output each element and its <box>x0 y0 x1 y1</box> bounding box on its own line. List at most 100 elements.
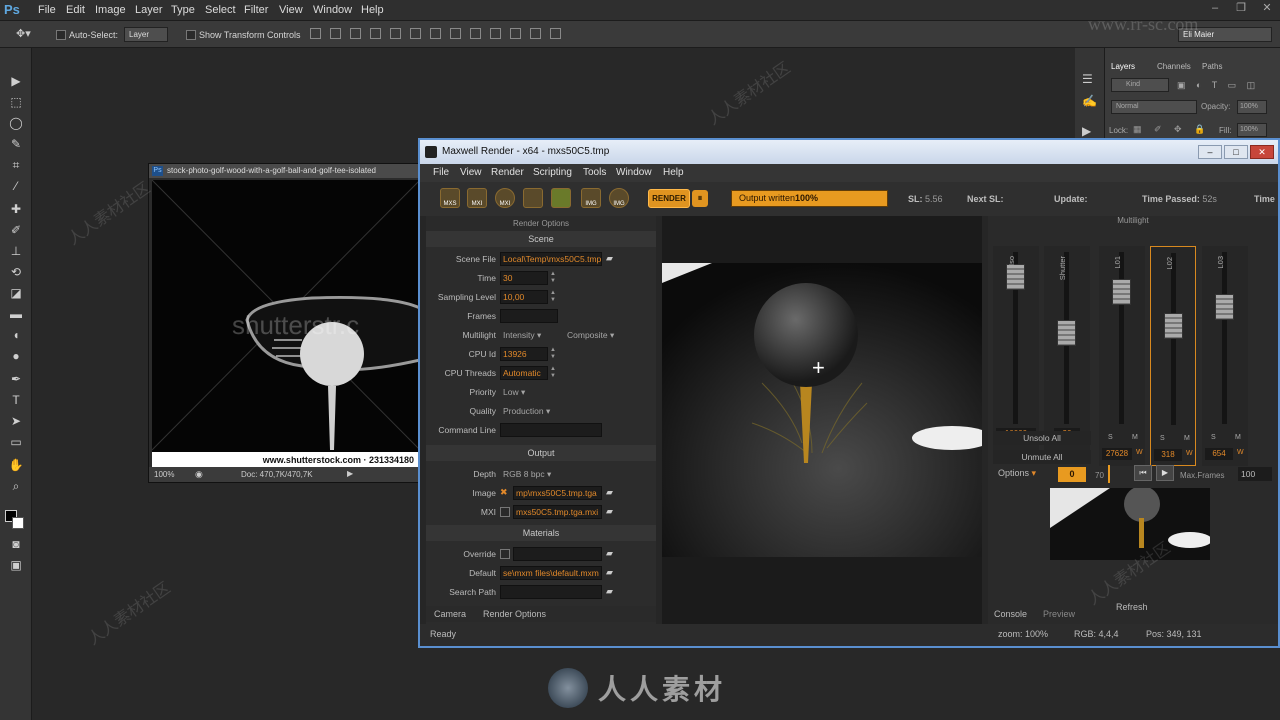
unmute-all-button[interactable]: Unmute All <box>993 450 1091 464</box>
tab-preview[interactable]: Preview <box>1043 609 1075 619</box>
default-material-folder-icon[interactable]: ▰ <box>606 567 618 577</box>
stop-render-icon[interactable]: ⏸ <box>692 190 708 207</box>
tab-console[interactable]: Console <box>994 609 1027 619</box>
zoom-level[interactable]: 100% <box>154 470 174 479</box>
l03-mute-button[interactable]: M <box>1235 434 1241 441</box>
auto-align-icon[interactable] <box>550 28 561 39</box>
adjustments-icon[interactable]: ☰ <box>1082 72 1093 86</box>
cpu-threads-field[interactable]: Automatic <box>500 366 548 380</box>
lasso-tool-icon[interactable]: ◯ <box>6 114 26 132</box>
iso-knob[interactable] <box>1006 264 1025 290</box>
background-color-swatch[interactable] <box>12 517 24 529</box>
scene-section[interactable]: Scene <box>426 231 656 247</box>
move-tool-icon[interactable]: ▶ <box>6 72 26 90</box>
minimize-icon[interactable]: – <box>1202 0 1228 16</box>
search-path-field[interactable] <box>500 585 602 599</box>
l02-solo-button[interactable]: S <box>1160 435 1165 442</box>
menu-type[interactable]: Type <box>171 4 195 16</box>
distribute-bottom-icon[interactable] <box>470 28 481 39</box>
brush-panel-icon[interactable]: ✍ <box>1082 94 1097 108</box>
save-image-icon[interactable]: IMG <box>609 188 629 208</box>
search-path-folder-icon[interactable]: ▰ <box>606 586 618 596</box>
mxi-enable-checkbox[interactable] <box>500 507 510 517</box>
close-icon[interactable]: ✕ <box>1250 145 1274 159</box>
hand-tool-icon[interactable]: ✋ <box>6 456 26 474</box>
render-image[interactable]: + <box>662 263 982 557</box>
unsolo-all-button[interactable]: Unsolo All <box>993 431 1091 445</box>
priority-select[interactable]: Low ▾ <box>500 385 558 399</box>
script-icon[interactable] <box>523 188 543 208</box>
open-mxi-icon[interactable]: MXI <box>467 188 487 208</box>
mx-menu-scripting[interactable]: Scripting <box>533 167 572 178</box>
l02-knob[interactable] <box>1164 313 1183 339</box>
menu-filter[interactable]: Filter <box>244 4 268 16</box>
sampling-spinner-icon[interactable]: ▲ ▼ <box>550 290 556 304</box>
materials-section[interactable]: Materials <box>426 525 656 541</box>
menu-file[interactable]: File <box>38 4 56 16</box>
quick-mask-icon[interactable]: ◙ <box>6 535 26 553</box>
distribute-hcenter-icon[interactable] <box>510 28 521 39</box>
save-mxi-icon[interactable]: MXI <box>495 188 515 208</box>
cpu-threads-spinner-icon[interactable]: ▲ ▼ <box>550 366 556 380</box>
document-canvas[interactable]: shutterstr.c www.shutterstock.com · 2313… <box>152 180 420 472</box>
blur-tool-icon[interactable]: ◖ <box>6 326 26 344</box>
menu-help[interactable]: Help <box>361 4 384 16</box>
eyedropper-tool-icon[interactable]: ⁄ <box>6 177 26 195</box>
current-frame-field[interactable]: 0 <box>1058 467 1086 482</box>
image-enable-x-icon[interactable]: ✖ <box>500 487 508 498</box>
l01-value[interactable]: 27628 <box>1102 448 1132 460</box>
rewind-icon[interactable]: ⏮ <box>1134 465 1152 481</box>
scene-file-folder-icon[interactable]: ▰ <box>606 253 618 263</box>
menu-image[interactable]: Image <box>95 4 126 16</box>
render-button[interactable]: RENDER <box>648 189 690 208</box>
l03-knob[interactable] <box>1215 294 1234 320</box>
options-dropdown[interactable]: Options ▾ <box>998 468 1036 479</box>
zoom-tool-icon[interactable]: ⌕ <box>6 477 26 495</box>
history-brush-tool-icon[interactable]: ⟲ <box>6 263 26 281</box>
sampling-level-field[interactable]: 10,00 <box>500 290 548 304</box>
menu-window[interactable]: Window <box>313 4 352 16</box>
l01-knob[interactable] <box>1112 279 1131 305</box>
auto-select-dropdown[interactable]: Layer <box>124 27 168 42</box>
mx-menu-tools[interactable]: Tools <box>583 167 606 178</box>
maximize-icon[interactable]: □ <box>1224 145 1248 159</box>
align-right-icon[interactable] <box>410 28 421 39</box>
gradient-tool-icon[interactable]: ▬ <box>6 305 26 323</box>
quick-select-tool-icon[interactable]: ✎ <box>6 135 26 153</box>
mx-menu-render[interactable]: Render <box>491 167 524 178</box>
override-checkbox[interactable] <box>500 549 510 559</box>
max-frames-field[interactable]: 100 <box>1238 467 1272 481</box>
depth-select[interactable]: RGB 8 bpc ▾ <box>500 467 602 481</box>
shape-tool-icon[interactable]: ▭ <box>6 433 26 451</box>
crop-tool-icon[interactable]: ⌗ <box>6 156 26 174</box>
layer-filter-icons[interactable]: ▣ ◐ T ▭ ◫ <box>1177 80 1259 91</box>
tab-render-options[interactable]: Render Options <box>483 609 546 619</box>
mx-menu-file[interactable]: File <box>433 167 449 178</box>
image-output-field[interactable]: mp\mxs50C5.tmp.tga <box>513 486 602 500</box>
tab-camera[interactable]: Camera <box>434 609 466 619</box>
distribute-left-icon[interactable] <box>490 28 501 39</box>
type-tool-icon[interactable]: T <box>6 391 26 409</box>
default-material-field[interactable]: se\mxm files\default.mxm <box>500 566 602 580</box>
mx-menu-window[interactable]: Window <box>616 167 652 178</box>
preview-thumbnail[interactable] <box>1050 488 1210 560</box>
layer-filter-kind[interactable]: Kind <box>1111 78 1169 92</box>
open-mxs-icon[interactable]: MXS <box>440 188 460 208</box>
refresh-button[interactable]: Refresh <box>1116 602 1148 612</box>
scene-file-field[interactable]: Local\Temp\mxs50C5.tmp <box>500 252 602 266</box>
play-icon[interactable]: ▶ <box>1156 465 1174 481</box>
l01-slider[interactable]: L01 S M 27628 W <box>1099 246 1145 466</box>
override-field[interactable] <box>513 547 602 561</box>
quality-select[interactable]: Production ▾ <box>500 404 558 418</box>
align-left-icon[interactable] <box>370 28 381 39</box>
l01-mute-button[interactable]: M <box>1132 434 1138 441</box>
close-icon[interactable]: ✕ <box>1254 0 1280 16</box>
time-spinner-icon[interactable]: ▲ ▼ <box>550 271 556 285</box>
time-field[interactable]: 30 <box>500 271 548 285</box>
screen-mode-icon[interactable]: ▣ <box>6 556 26 574</box>
menu-view[interactable]: View <box>279 4 303 16</box>
auto-select-checkbox[interactable] <box>56 30 66 40</box>
resume-icon[interactable] <box>551 188 571 208</box>
path-select-tool-icon[interactable]: ➤ <box>6 412 26 430</box>
image-folder-icon[interactable]: ▰ <box>606 487 618 497</box>
